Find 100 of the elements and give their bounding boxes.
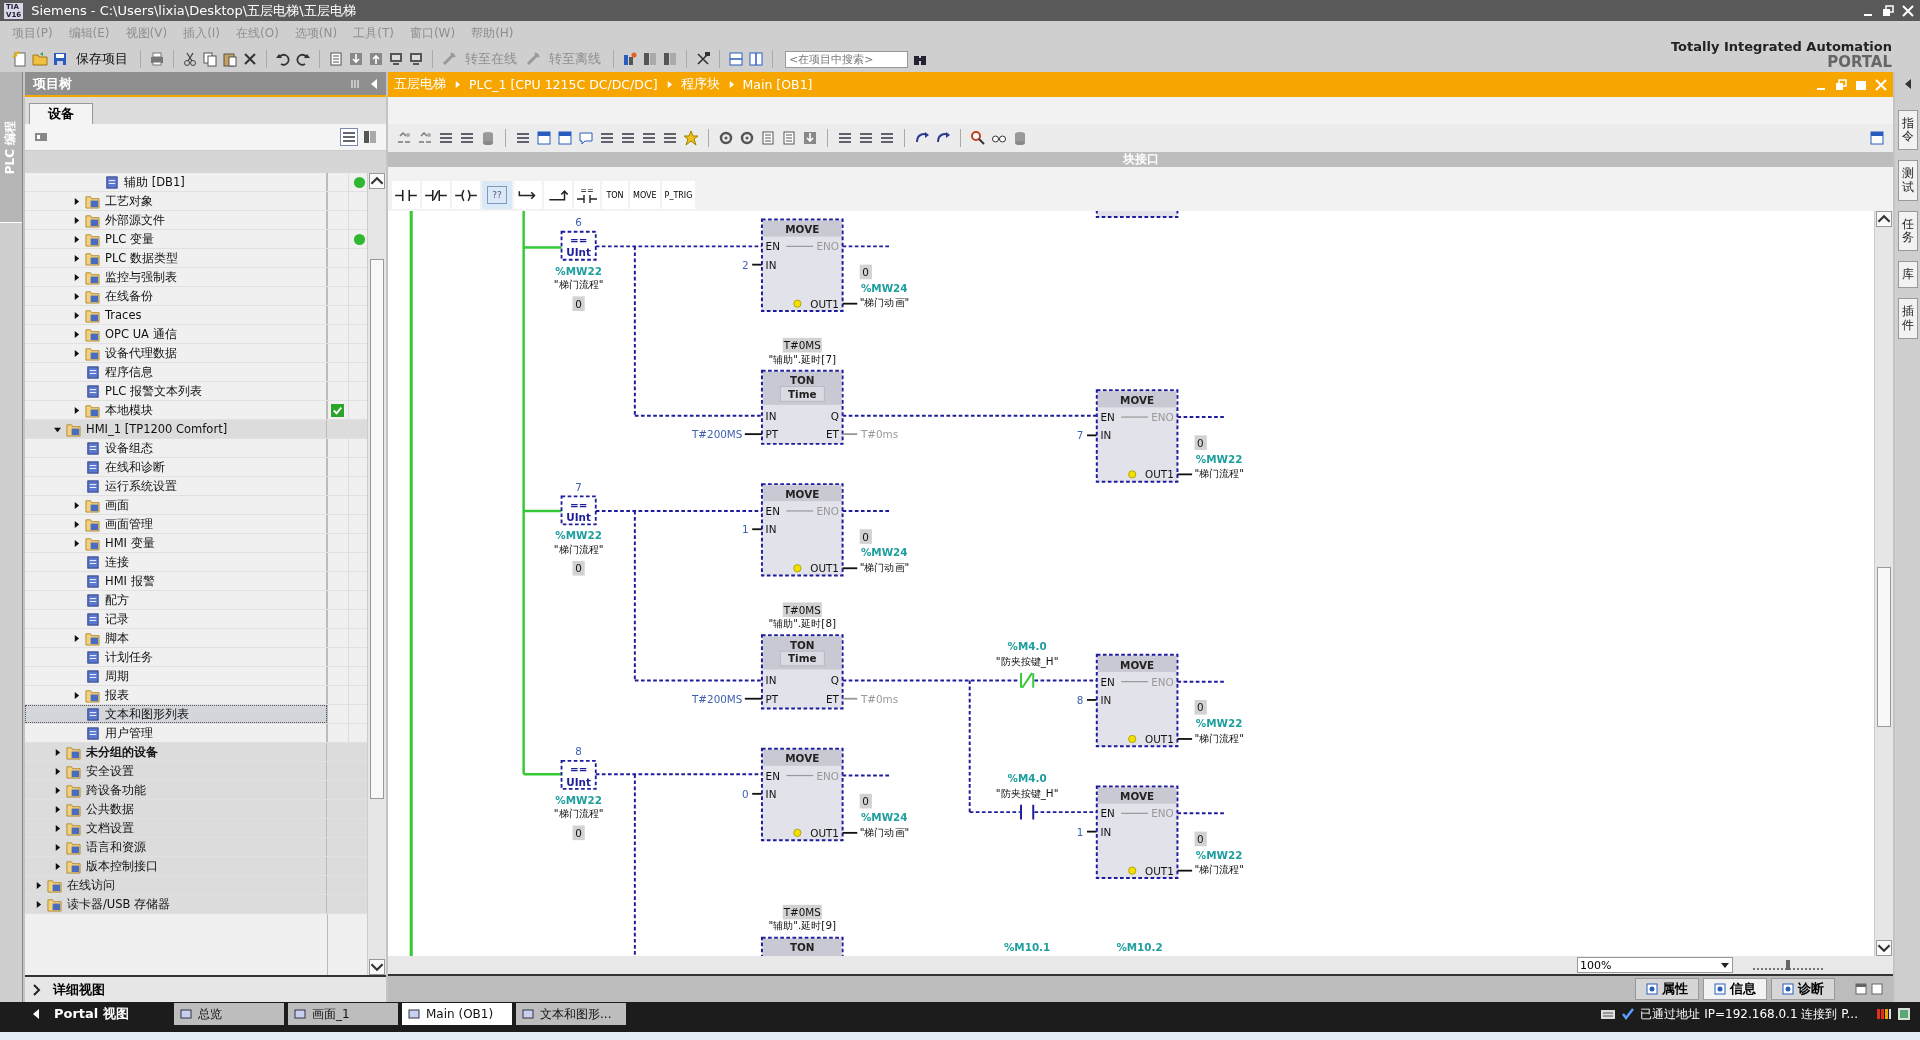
tree-item[interactable]: 运行系统设置 [25,477,327,495]
expand-arrow-icon[interactable] [73,311,80,319]
network-icon[interactable] [417,130,433,146]
speech-bubble-icon[interactable] [578,130,594,146]
task-card-tab[interactable]: 库 [1897,261,1918,289]
network-icon[interactable] [396,130,412,146]
scroll-up-icon[interactable] [1876,211,1892,227]
list-icon[interactable] [641,130,657,146]
expand-arrow-icon[interactable] [73,292,80,300]
magnifier-icon[interactable] [970,130,986,146]
coil-button[interactable] [452,181,480,209]
window-icon[interactable] [1869,130,1885,146]
slider-thumb[interactable] [1786,960,1790,970]
tree-item[interactable]: 设备组态 [25,439,327,457]
expand-arrow-icon[interactable] [73,634,80,642]
gear-icon[interactable] [739,130,755,146]
inspector-tab[interactable]: 诊断 [1771,978,1835,1000]
tree-item[interactable]: PLC 报警文本列表 [25,382,327,400]
tree-item[interactable]: 在线和诊断 [25,458,327,476]
tree-item[interactable]: OPC UA 通信 [25,325,327,343]
tree-item[interactable]: 在线备份 [25,287,327,305]
document-icon[interactable] [760,130,776,146]
zoom-dropdown[interactable]: 100% [1577,957,1733,973]
expand-arrow-icon[interactable] [54,824,61,832]
save-icon[interactable] [52,51,68,67]
instruction-button[interactable]: P_TRIG [661,181,696,209]
scroll-up-icon[interactable] [369,173,385,189]
tree-item[interactable]: 用户管理 [25,724,327,742]
editor-tab[interactable]: 画面_1 [288,1003,398,1025]
expand-arrow-icon[interactable] [73,406,80,414]
close-branch-button[interactable] [544,181,572,209]
paste-icon[interactable] [222,51,238,67]
expand-arrow-icon[interactable] [35,900,42,908]
list-icon[interactable] [459,130,475,146]
devices-icon[interactable] [622,51,638,67]
scrollbar[interactable] [367,173,386,975]
expand-arrow-icon[interactable] [54,843,61,851]
expand-arrow-icon[interactable] [35,881,42,889]
window-icon[interactable] [1896,1006,1912,1022]
database-icon[interactable] [480,130,496,146]
expand-arrow-icon[interactable] [73,330,80,338]
download-icon[interactable] [348,51,364,67]
printer-icon[interactable] [149,51,165,67]
download-icon[interactable] [802,130,818,146]
expand-arrow-icon[interactable] [73,520,80,528]
panel-icon[interactable] [662,51,678,67]
new-document-icon[interactable] [12,51,28,67]
tree-item[interactable]: 本地模块 [25,401,327,419]
tree-item[interactable]: 文本和图形列表 [25,705,327,723]
instruction-button[interactable]: TON [602,181,628,209]
tree-item[interactable]: 辅助 [DB1] [25,173,327,191]
tree-item[interactable]: 报表 [25,686,327,704]
expand-arrow-icon[interactable] [54,748,61,756]
expand-arrow-icon[interactable] [73,197,80,205]
open-branch-button[interactable] [514,181,542,209]
tree-item[interactable]: 程序信息 [25,363,327,381]
instruction-button[interactable]: MOVE [630,181,660,209]
editor-tab[interactable]: 文本和图形... [516,1003,626,1025]
expand-arrow-icon[interactable] [54,425,61,433]
contact-button[interactable] [392,181,420,209]
list-icon[interactable] [879,130,895,146]
scrollbar[interactable] [1874,211,1893,956]
list-icon[interactable] [837,130,853,146]
tree-item[interactable]: PLC 变量 [25,230,327,248]
list-icon[interactable] [620,130,636,146]
detail-view-title[interactable]: 详细视图 [53,980,105,999]
cross-icon[interactable] [695,51,711,67]
expand-arrow-icon[interactable] [73,501,80,509]
expand-arrow-icon[interactable] [73,216,80,224]
split-vertical-icon[interactable] [748,51,764,67]
tree-item[interactable]: 监控与强制表 [25,268,327,286]
list-icon[interactable] [662,130,678,146]
tree-item[interactable]: 设备代理数据 [25,344,327,362]
panel-icon[interactable] [642,51,658,67]
expand-arrow-icon[interactable] [54,805,61,813]
task-card-tab[interactable]: 任务 [1897,210,1918,252]
tree-item[interactable]: 配方 [25,591,327,609]
expand-arrow-icon[interactable] [54,786,61,794]
tree-item[interactable]: 脚本 [25,629,327,647]
redo-icon[interactable] [295,51,311,67]
expand-arrow-icon[interactable] [73,273,80,281]
search-field[interactable]: <在项目中搜索> [785,50,908,68]
expand-arrow-icon[interactable] [73,691,80,699]
scroll-down-icon[interactable] [1876,940,1892,956]
list-icon[interactable] [858,130,874,146]
editor-tab[interactable]: Main (OB1) [402,1003,512,1025]
expand-arrow-icon[interactable] [54,862,61,870]
portal-view-button[interactable]: Portal 视图 [30,1005,170,1023]
empty-box-button[interactable]: ?? [482,181,512,209]
window-icon[interactable] [536,130,552,146]
tree-item[interactable]: 外部源文件 [25,211,327,229]
expand-arrow-icon[interactable] [73,254,80,262]
editor-tab[interactable]: 总览 [174,1003,284,1025]
document-icon[interactable] [781,130,797,146]
undo-icon[interactable] [275,51,291,67]
expand-arrow-icon[interactable] [73,539,80,547]
tree-item[interactable]: HMI 变量 [25,534,327,552]
tree-item[interactable]: Traces [25,306,327,324]
panel-icon[interactable] [362,129,378,145]
split-horizontal-icon[interactable] [728,51,744,67]
